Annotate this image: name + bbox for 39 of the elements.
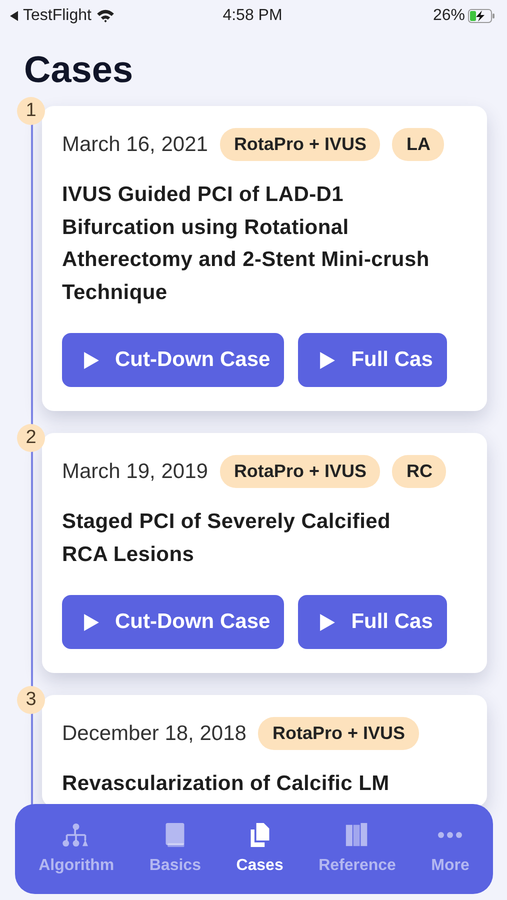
case-date: March 16, 2021 (62, 132, 208, 156)
play-video-button[interactable]: Full Cas (298, 595, 447, 649)
page-title: Cases (24, 48, 134, 92)
case-date: March 19, 2019 (62, 460, 208, 484)
play-icon (320, 614, 336, 630)
tab-item[interactable]: More (429, 817, 472, 881)
play-video-button[interactable]: Cut-Down Case (62, 333, 284, 387)
clock-time: 4:58 PM (222, 7, 282, 25)
battery-percent: 26% (432, 7, 465, 25)
case-title: Staged PCI of Severely Calcified RCA Lesions (62, 509, 392, 568)
play-icon (84, 352, 99, 368)
more-icon (438, 832, 462, 838)
tag-chip: RotaPro + IVUS (220, 128, 380, 161)
tab-item[interactable]: Basics (147, 817, 203, 881)
case-title: Revascularization of Calcific LM (62, 771, 390, 797)
play-icon (320, 352, 336, 368)
case-date: December 18, 2018 (62, 722, 246, 746)
wifi-icon (96, 9, 116, 23)
tab-item[interactable]: Algorithm (36, 817, 116, 881)
play-video-button[interactable]: Full Cas (298, 333, 447, 387)
case-title: IVUS Guided PCI of LAD-D1 Bifurcation using Rotational Atherectomy and 2-Stent Mini-crush Technique (62, 182, 430, 306)
tab-item[interactable]: Reference (316, 817, 398, 881)
back-icon[interactable] (10, 11, 18, 21)
case-number-badge: 1 (17, 97, 45, 125)
tag-chip: LA (392, 128, 444, 161)
case-number-badge: 2 (17, 424, 45, 452)
battery-charging-icon (468, 9, 495, 23)
tag-chip: RC (392, 455, 446, 488)
case-card[interactable]: December 18, 2018 RotaPro + IVUS Revascularization of Calcific LM (42, 695, 487, 806)
tag-chip: RotaPro + IVUS (220, 455, 380, 488)
play-video-button[interactable]: Cut-Down Case (62, 595, 284, 649)
play-icon (84, 614, 99, 630)
case-number-badge: 3 (17, 686, 45, 714)
back-app-label[interactable]: TestFlight (23, 7, 92, 25)
case-card[interactable]: March 16, 2021 RotaPro + IVUS LA IVUS Guided PCI of LAD-D1 Bifurcation using Rotational Atherectomy and 2-Stent Mini-crush Technique Cut-Down Case Full Cas (42, 106, 487, 411)
case-card[interactable]: March 19, 2019 RotaPro + IVUS RC Staged PCI of Severely Calcified RCA Lesions Cut-Down Case Full Cas (42, 433, 487, 673)
hierarchy-icon (62, 823, 90, 847)
tag-chip: RotaPro + IVUS (258, 717, 419, 750)
tab-item[interactable]: Cases (234, 817, 286, 881)
